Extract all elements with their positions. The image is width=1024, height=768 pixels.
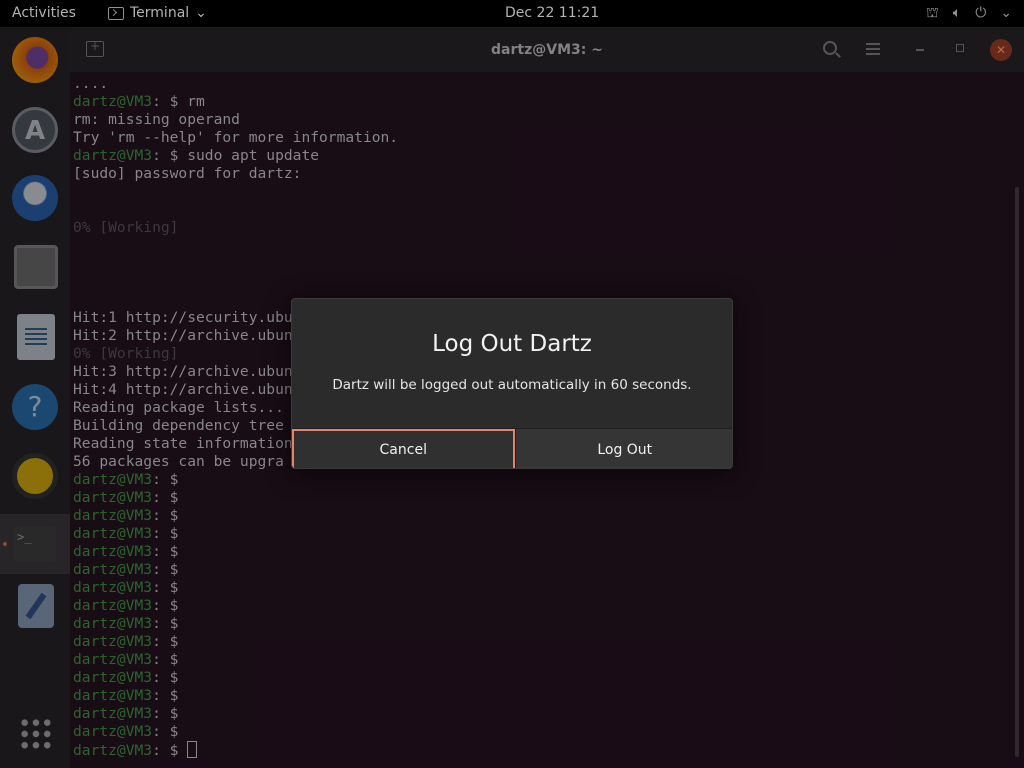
log-out-button[interactable]: Log Out (514, 429, 732, 468)
dialog-message: Dartz will be logged out automatically i… (332, 377, 692, 393)
dialog-button-row: Cancel Log Out (292, 428, 732, 468)
dialog-title: Log Out Dartz (432, 331, 592, 357)
logout-dialog: Log Out Dartz Dartz will be logged out a… (291, 298, 733, 469)
cancel-button[interactable]: Cancel (292, 429, 515, 468)
